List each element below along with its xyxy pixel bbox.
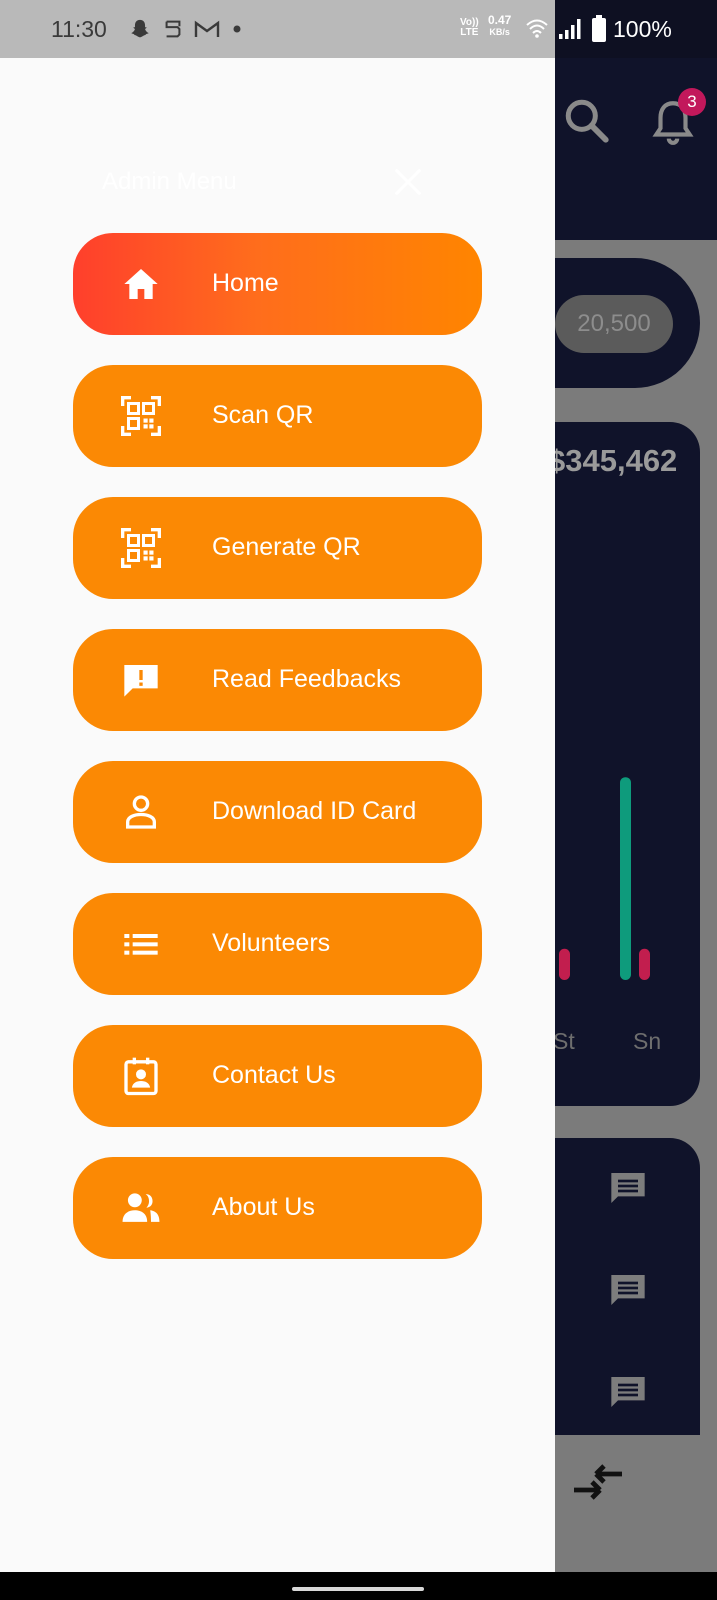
menu-item-contact-us[interactable]: Contact Us: [73, 1025, 482, 1127]
system-nav-bar: [0, 1572, 717, 1600]
dot-icon: [233, 25, 241, 33]
menu-item-label: Download ID Card: [212, 797, 417, 825]
person-icon: [126, 795, 156, 829]
group-icon: [122, 1193, 160, 1222]
volte-indicator: Vo)) LTE: [460, 17, 479, 38]
status-time: 11:30: [51, 16, 107, 42]
qr-code-icon: [121, 528, 161, 568]
home-icon: [124, 269, 158, 299]
snapchat-icon: [131, 19, 149, 38]
sync-icon: [165, 20, 181, 38]
menu-item-scan-qr[interactable]: Scan QR: [73, 365, 482, 467]
network-speed: 0.47 KB/s: [488, 13, 512, 37]
drawer-title: Admin Menu: [102, 168, 237, 195]
menu-item-about-us[interactable]: About Us: [73, 1157, 482, 1259]
home-indicator[interactable]: [292, 1587, 424, 1591]
feedback-icon: [124, 665, 158, 697]
status-bar: 11:30 Vo)) LTE 0.47 KB/s 100%: [0, 0, 717, 58]
menu-item-generate-qr[interactable]: Generate QR: [73, 497, 482, 599]
menu-item-volunteers[interactable]: Volunteers: [73, 893, 482, 995]
contact-card-icon: [124, 1057, 158, 1096]
menu-list: Home Scan QR Generate QR Read Feedbacks …: [73, 233, 482, 1289]
list-icon: [124, 934, 158, 955]
menu-item-label: Generate QR: [212, 533, 361, 561]
wifi-icon: [526, 19, 548, 38]
menu-item-read-feedbacks[interactable]: Read Feedbacks: [73, 629, 482, 731]
battery-percent: 100%: [613, 16, 672, 42]
gmail-icon: [194, 20, 220, 37]
menu-item-label: Home: [212, 269, 279, 297]
menu-item-home[interactable]: Home: [73, 233, 482, 335]
menu-item-label: Read Feedbacks: [212, 665, 402, 693]
menu-item-download-id-card[interactable]: Download ID Card: [73, 761, 482, 863]
menu-item-label: Contact Us: [212, 1061, 336, 1089]
close-icon[interactable]: [393, 167, 423, 197]
menu-item-label: About Us: [212, 1193, 315, 1221]
battery-icon: [592, 15, 606, 42]
menu-item-label: Volunteers: [212, 929, 331, 957]
navigation-drawer: Admin Menu Home Scan QR Generate QR Read…: [0, 58, 555, 1572]
menu-item-label: Scan QR: [212, 401, 314, 429]
qr-code-icon: [121, 396, 161, 436]
signal-icon: [559, 19, 581, 39]
